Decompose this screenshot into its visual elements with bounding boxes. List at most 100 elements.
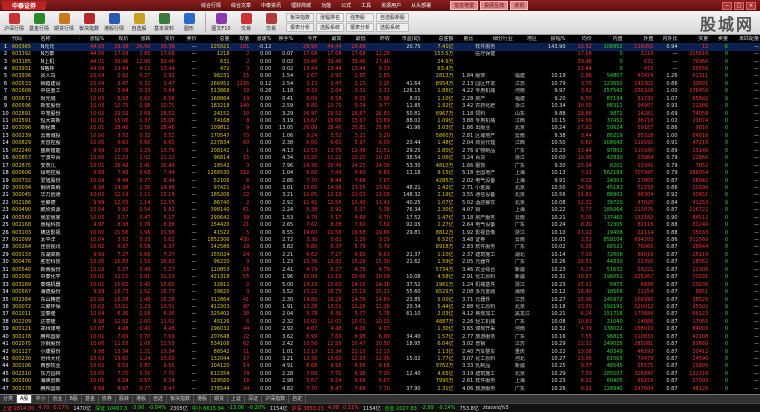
column-header[interactable]: 名称 — [39, 36, 75, 44]
toolbar-button[interactable]: 期货行情 — [52, 12, 76, 34]
column-header[interactable]: 涨速% — [250, 36, 273, 44]
column-header[interactable]: 今开 — [294, 36, 319, 44]
maximize-button[interactable]: □ — [734, 1, 744, 10]
column-header[interactable]: 地区 — [513, 36, 538, 44]
menu-item[interactable]: 工具 — [356, 2, 376, 9]
column-header[interactable]: 最低 — [342, 36, 367, 44]
table-row[interactable]: 32 002092 中泰化学 10.01 11.10 1.01 11.10—421318 55… — [0, 274, 760, 281]
column-header[interactable]: · — [74, 36, 82, 44]
table-row[interactable]: 41 002075 沙钢股份 10.00 11.55 1.05 11.55—534106 62… — [0, 341, 760, 348]
table-row[interactable]: 3 603185 N上机 44.01 39.46 12.06 39.46—631 2 0.00 0… — [0, 58, 760, 65]
table-row[interactable]: 34 000567 海德股份 9.99 16.73 1.52 16.73—39820 3 0.0… — [0, 289, 760, 296]
column-header[interactable]: 卖价 — [175, 36, 198, 44]
table-row[interactable]: 5 603936 贵人鸟 10.04 2.92 0.27 2.92—98231 15 0.00 1… — [0, 73, 760, 80]
table-row[interactable]: 30 300476 胜宏科技 10.00 16.83 1.53 16.83—96220 9 0.… — [0, 259, 760, 266]
toolbar-button[interactable]: 基本资料 — [152, 12, 176, 34]
table-row[interactable]: 6 600533 栖霞建设 10.04 3.47 0.32 3.47—266952 1216 0… — [0, 81, 760, 88]
menu-item[interactable]: 功能 — [316, 2, 336, 9]
table-row[interactable]: 36 300072 三聚环保 10.02 13.51 1.23 13.51—412203 47… — [0, 304, 760, 311]
table-row[interactable]: 8 000671 阳光城 10.03 6.58 0.60 6.58—168864 19 0.00… — [0, 96, 760, 103]
menu-item[interactable]: 中泰资讯 — [256, 2, 286, 9]
toolbar-link[interactable]: 强势股 — [346, 13, 375, 22]
table-row[interactable]: 45 002310 东方园林 10.00 7.70 0.70 7.70—612354 74 0.… — [0, 371, 760, 378]
toolbar-button[interactable]: 沪深行情 — [2, 12, 26, 34]
column-header[interactable]: 内盘 — [592, 36, 624, 44]
table-row[interactable]: 29 600133 东湖高新 9.99 7.27 0.66 7.27—155024 24 0.0… — [0, 252, 760, 259]
table-row[interactable]: 46 300300 海峡创新 10.05 6.24 0.57 6.24—129560 16 0.… — [0, 378, 760, 385]
table-row[interactable]: 25 002168 惠程科技 9.97 8.38 0.76 8.38—154420 21 0.0… — [0, 222, 760, 229]
column-header[interactable]: 代码 — [10, 36, 40, 44]
column-header[interactable]: 卖量 — [709, 36, 730, 44]
column-header[interactable]: 最高 — [318, 36, 343, 44]
toolbar-button[interactable]: 交易 — [259, 12, 283, 34]
column-header[interactable] — [0, 36, 11, 44]
table-row[interactable]: 17 002875 安奈儿 10.01 26.49 2.41 26.49—18542 3 0.0… — [0, 162, 760, 169]
quick-link[interactable]: 投顾互动 — [480, 1, 509, 10]
toolbar-button[interactable]: 交易 — [234, 12, 258, 34]
menu-item[interactable]: 公式 — [336, 2, 356, 9]
table-row[interactable]: 42 601127 小康股份 9.98 13.34 1.21 13.34—86542 11 0.… — [0, 348, 760, 355]
table-row[interactable]: 14 000829 天音控股 10.00 6.60 0.60 6.60—227834 60 0.… — [0, 140, 760, 147]
toolbar-link[interactable]: 报表分析 — [286, 23, 315, 32]
table-row[interactable]: 31 600540 新赛股份 10.03 5.27 0.48 5.27—110853 16 0.… — [0, 267, 760, 274]
table-row[interactable]: 15 002240 盛新锂能 9.99 13.76 1.25 13.76—208142 1 0.… — [0, 148, 760, 155]
menu-item[interactable]: 综合行情 — [196, 2, 226, 9]
column-header[interactable]: 未匹配量 — [729, 36, 760, 44]
toolbar-button[interactable]: 图文F10 — [209, 12, 233, 34]
table-row[interactable]: 22 002186 全聚德 9.99 12.55 1.14 12.55—86740 2 0.00… — [0, 200, 760, 207]
menu-item[interactable]: 理财商城 — [286, 2, 316, 9]
table-row[interactable]: 19 600732 爱旭股份 10.04 8.44 0.77 8.44—52106 6 0.00… — [0, 177, 760, 184]
column-header[interactable]: 细分行业 — [474, 36, 514, 44]
table-row[interactable]: 4 603931 N格林 44.04 13.44 4.11 13.44—472 3 0.00 0.… — [0, 66, 760, 73]
table-row[interactable]: 12 603096 新经典 10.01 28.46 2.59 28.46—109811 9 0.… — [0, 125, 760, 132]
column-header[interactable]: 买量 — [678, 36, 710, 44]
toolbar-button[interactable]: 图形 — [177, 12, 201, 34]
table-row[interactable]: 10 002891 中宠股份 10.02 29.52 2.69 29.52—24152 10 0… — [0, 110, 760, 117]
menu-item[interactable]: 从头部署 — [406, 2, 436, 9]
table-row[interactable]: 35 002384 东山精密 10.00 16.28 1.48 16.28—312864 41… — [0, 296, 760, 303]
quick-link[interactable]: 资讯 — [510, 1, 529, 10]
table-row[interactable]: 28 300264 佳创视讯 10.02 6.37 0.58 6.37—142586 18 0.… — [0, 244, 760, 251]
table-row[interactable]: 44 300106 西部牧业 10.02 9.55 0.87 9.55—104120 14 0.… — [0, 363, 760, 370]
table-row[interactable]: 39 600121 郑州煤电 10.07 4.48 0.41 4.48—296032 44 0.… — [0, 326, 760, 333]
table-row[interactable]: 23 600490 鹏欣资源 10.04 5.92 0.54 5.92—398140 61 0.… — [0, 207, 760, 214]
column-header[interactable]: 涨跌 — [129, 36, 152, 44]
menu-item[interactable]: 综合文章 — [226, 2, 256, 9]
quick-link[interactable]: 信息地雷 — [450, 1, 479, 10]
toolbar-link[interactable]: 报表分析 — [346, 23, 375, 32]
column-header[interactable]: 买价 — [151, 36, 176, 44]
table-row[interactable]: 27 601099 太平洋 10.04 3.62 0.33 3.62—1852306 420 0… — [0, 237, 760, 244]
toolbar-link[interactable]: 涨幅排名 — [316, 13, 345, 22]
toolbar-button[interactable]: 基金行情 — [27, 12, 51, 34]
toolbar-link[interactable]: 自选股新股 — [376, 13, 410, 22]
column-header[interactable]: 涨幅% — [81, 36, 106, 44]
table-row[interactable]: 38 002209 达意隆 9.98 11.02 1.00 11.02—45126 6 0.00… — [0, 319, 760, 326]
column-header[interactable]: 总金额 — [421, 36, 455, 44]
menu-item[interactable]: 资源用户 — [376, 2, 406, 9]
table-row[interactable]: 33 603289 泰瑞机器 10.01 15.60 1.42 15.60—12811 2 0.… — [0, 281, 760, 288]
table-row[interactable]: 1 600365 N元元 44.00 39.38 26.56 39.38—225021 181… — [0, 43, 760, 51]
table-row[interactable]: 26 603103 横店影视 10.00 21.56 1.96 21.56—41522 5 0.… — [0, 229, 760, 236]
column-header[interactable]: 昨收 — [366, 36, 391, 44]
toolbar-link[interactable]: 选股系统 — [376, 23, 410, 32]
column-header[interactable]: 市盈(动) — [390, 36, 422, 44]
table-row[interactable]: 9 600596 新安股份 10.03 10.75 0.98 10.75—183218 140… — [0, 103, 760, 110]
toolbar-button[interactable]: 自选股 — [127, 12, 151, 34]
table-row[interactable]: 40 300178 腾邦国际 10.01 7.69 0.70 7.69—207648 22 0.… — [0, 334, 760, 341]
column-header[interactable]: 现价 — [105, 36, 130, 44]
table-row[interactable]: 20 300034 钢研高纳 9.98 14.98 1.36 14.98—97421 14 0.… — [0, 185, 760, 192]
column-header[interactable]: 现量 — [230, 36, 251, 44]
table-row[interactable]: 43 600230 沧州大化 10.03 13.60 1.24 13.60—132044 17… — [0, 356, 760, 363]
column-header[interactable]: 均价 — [566, 36, 593, 44]
table-row[interactable]: 21 300045 华力创通 10.02 12.19 1.11 12.19—185206 22… — [0, 192, 760, 199]
table-row[interactable]: 11 002591 恒大高新 10.01 15.06 1.37 15.06—74168 8 0.… — [0, 118, 760, 125]
minimize-button[interactable]: － — [722, 1, 732, 10]
table-row[interactable]: 37 601011 宝泰隆 10.04 6.36 0.58 6.36—325402 38 0.0… — [0, 311, 760, 318]
column-header[interactable]: 外盘 — [623, 36, 655, 44]
column-header[interactable]: 内外比 — [654, 36, 679, 44]
toolbar-button[interactable]: 港股行情 — [102, 12, 126, 34]
close-button[interactable]: × — [746, 1, 756, 10]
toolbar-link[interactable]: 选股系统 — [316, 23, 345, 32]
table-row[interactable]: 24 000560 我爱我家 10.00 5.17 0.47 5.17—290642 38 0.… — [0, 215, 760, 222]
table-row[interactable]: 16 600857 宁波中百 10.00 11.22 1.02 11.22—96814 15 0… — [0, 155, 760, 162]
